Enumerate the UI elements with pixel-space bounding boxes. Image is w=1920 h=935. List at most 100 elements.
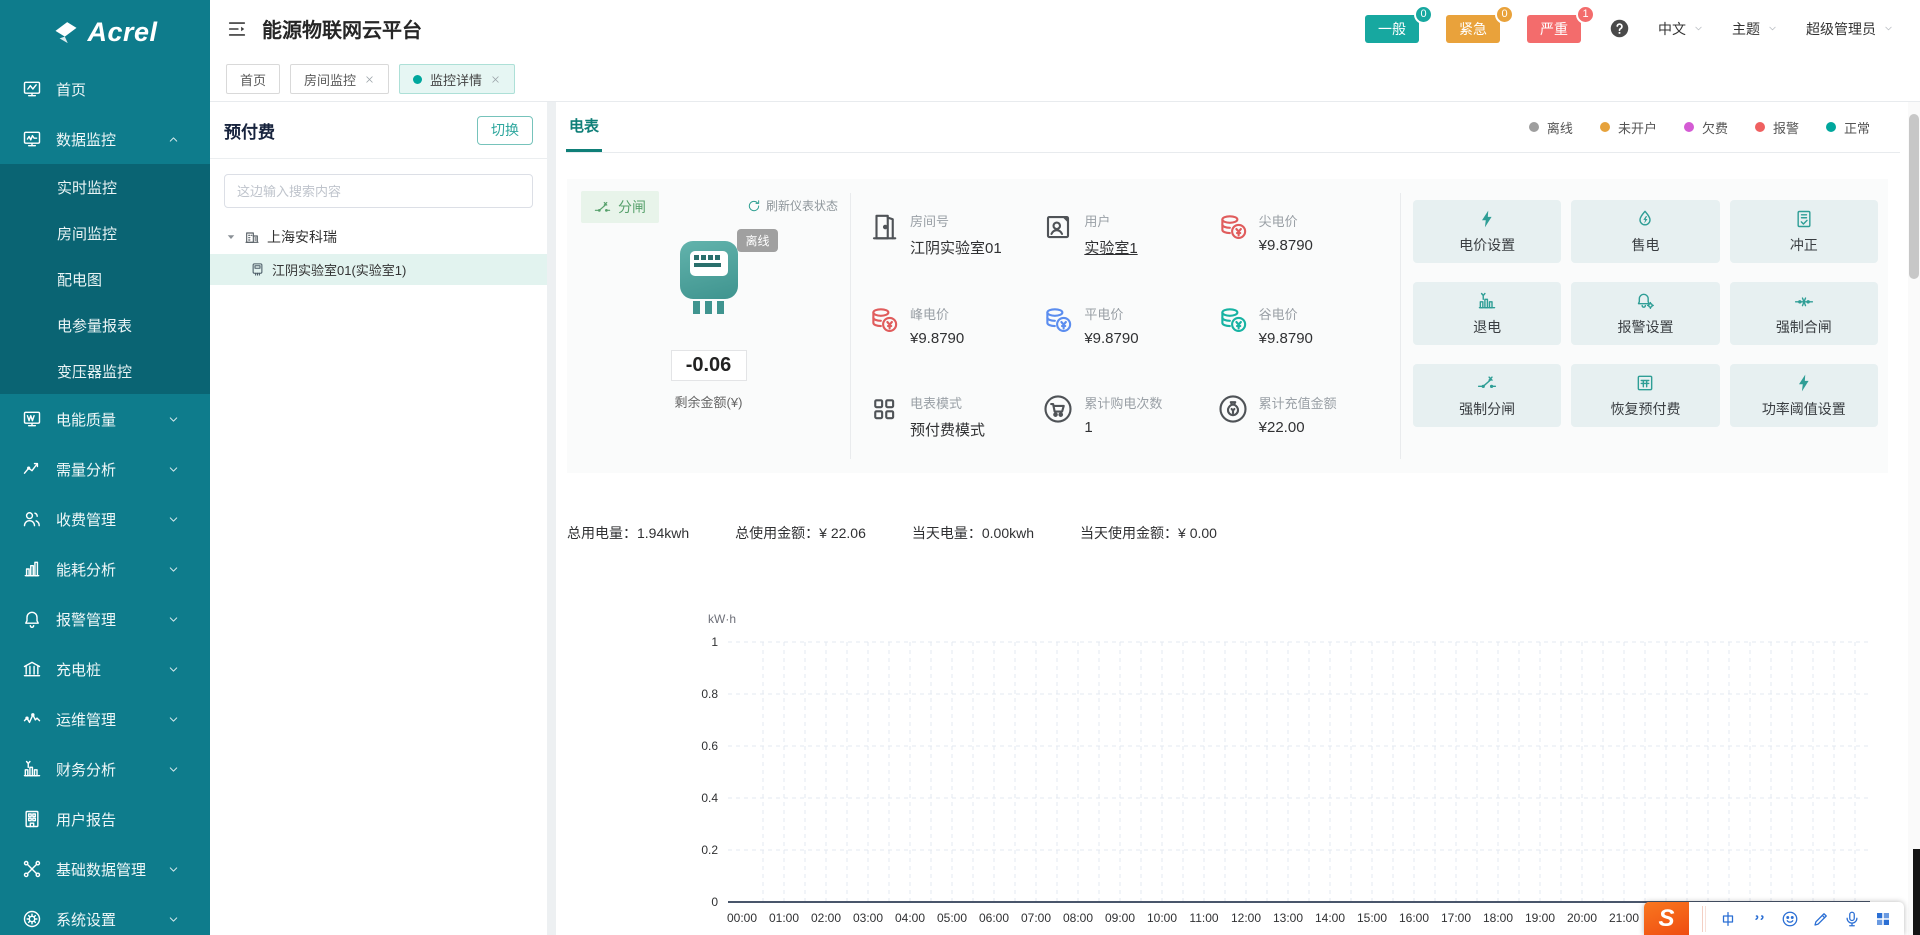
balance-value: -0.06: [671, 350, 747, 381]
tree-node-room-selected[interactable]: 江阴实验室01(实验室1): [210, 254, 547, 285]
user-dropdown[interactable]: 超级管理员: [1806, 19, 1894, 39]
punctuation-icon[interactable]: [1750, 910, 1768, 928]
stat-label: 当天电量：: [912, 525, 982, 541]
sidebar-item-charging-pile[interactable]: 充电桩: [0, 644, 210, 694]
x-tick-label: 12:00: [1231, 911, 1261, 925]
door-icon: [869, 212, 899, 242]
tab-label: 首页: [240, 70, 266, 89]
action-power-threshold-button[interactable]: 功率阈值设置: [1730, 364, 1878, 427]
tab-monitoring-detail[interactable]: 监控详情: [399, 64, 515, 94]
action-label: 冲正: [1790, 235, 1818, 255]
stat-label: 总用电量：: [567, 525, 637, 541]
status-legend: 离线未开户欠费报警正常: [1529, 118, 1870, 137]
search-input[interactable]: [224, 174, 533, 208]
meter-actions-grid: 电价设置售电冲正退电报警设置强制合闸强制分闸恢复预付费功率阈值设置: [1401, 179, 1888, 473]
switch-button[interactable]: 切换: [477, 116, 533, 145]
chevron-down-icon: [167, 413, 180, 426]
action-label: 功率阈值设置: [1762, 399, 1846, 419]
charging-icon: [22, 659, 42, 679]
x-tick-label: 00:00: [727, 911, 757, 925]
brand-text: Acrel: [87, 17, 157, 48]
tab-home[interactable]: 首页: [226, 64, 280, 94]
action-alarm-setting-button[interactable]: 报警设置: [1571, 282, 1719, 345]
screen-edge-strip: [1913, 849, 1920, 935]
sidebar-subitem-transformer-monitoring[interactable]: 变压器监控: [0, 348, 210, 394]
legend-dot-arrears: [1684, 122, 1694, 132]
chinese-mode-icon[interactable]: [1719, 910, 1737, 928]
action-price-setting-button[interactable]: 电价设置: [1413, 200, 1561, 263]
sidebar-item-fee-management[interactable]: 收费管理: [0, 494, 210, 544]
theme-dropdown[interactable]: 主题: [1732, 19, 1778, 39]
field-text: 房间号江阴实验室01: [910, 211, 1002, 258]
tree-node-label: 江阴实验室01(实验室1): [272, 260, 406, 279]
field-value: ¥9.8790: [1259, 330, 1313, 347]
x-tick-label: 15:00: [1357, 911, 1387, 925]
tree-node-company[interactable]: 上海安科瑞: [210, 220, 547, 254]
usage-stats-row: 总用电量：1.94kwh总使用金额：¥ 22.06当天电量：0.00kwh当天使…: [567, 523, 1900, 543]
menu-fold-icon[interactable]: [226, 18, 248, 40]
toolbox-icon[interactable]: [1874, 910, 1892, 928]
action-reversal-button[interactable]: 冲正: [1730, 200, 1878, 263]
language-dropdown[interactable]: 中文: [1658, 19, 1704, 39]
sidebar-item-user-report[interactable]: 用户报告: [0, 794, 210, 844]
chevron-up-icon: [167, 133, 180, 146]
field-label: 尖电价: [1259, 211, 1313, 230]
alarm-badge-label: 严重: [1540, 21, 1568, 37]
sidebar-item-power-quality[interactable]: 电能质量: [0, 394, 210, 444]
sidebar-item-base-data[interactable]: 基础数据管理: [0, 844, 210, 894]
help-icon[interactable]: [1609, 18, 1630, 39]
tab-meter[interactable]: 电表: [566, 102, 602, 152]
switch-open-icon: [1477, 373, 1497, 393]
sidebar-item-finance-analysis[interactable]: 财务分析: [0, 744, 210, 794]
sidebar-subitem-distribution-diagram[interactable]: 配电图: [0, 256, 210, 302]
sidebar-item-home[interactable]: 首页: [0, 64, 210, 114]
legend-dot-unopened: [1600, 122, 1610, 132]
sidebar-item-data-monitoring[interactable]: 数据监控: [0, 114, 210, 164]
switch-open-icon: [594, 199, 611, 216]
action-sell-power-button[interactable]: 售电: [1571, 200, 1719, 263]
bolt-icon: [1477, 209, 1497, 229]
handwriting-icon[interactable]: [1812, 910, 1830, 928]
refresh-label: 刷新仪表状态: [766, 197, 838, 214]
tab-room-monitoring[interactable]: 房间监控: [290, 64, 389, 94]
action-force-close-button[interactable]: 强制合闸: [1730, 282, 1878, 345]
balance-label: 剩余金额(¥): [675, 392, 743, 411]
field-value[interactable]: 实验室1: [1084, 237, 1137, 258]
alarm-badge-severe[interactable]: 严重1: [1527, 15, 1581, 43]
sidebar-subitem-parameter-report[interactable]: 电参量报表: [0, 302, 210, 348]
action-refund-power-button[interactable]: 退电: [1413, 282, 1561, 345]
voice-icon[interactable]: [1843, 910, 1861, 928]
refresh-meter-status-button[interactable]: 刷新仪表状态: [747, 197, 838, 214]
alarm-badge-general[interactable]: 一般0: [1365, 15, 1419, 43]
stat-value: ¥ 0.00: [1178, 525, 1217, 541]
emoji-icon[interactable]: [1781, 910, 1799, 928]
prepay-title: 预付费: [224, 118, 275, 143]
sidebar-item-demand-analysis[interactable]: 需量分析: [0, 444, 210, 494]
y-axis-unit: kW·h: [708, 612, 736, 626]
page-tabs: 首页 房间监控监控详情: [210, 57, 1920, 102]
close-icon[interactable]: [490, 74, 501, 85]
scrollbar-thumb[interactable]: [1909, 114, 1919, 279]
sidebar-subitem-realtime-monitoring[interactable]: 实时监控: [0, 164, 210, 210]
sidebar-item-alarm-management[interactable]: 报警管理: [0, 594, 210, 644]
power-threshold-icon: [1794, 373, 1814, 393]
field-peak-price: 峰电价¥9.8790: [869, 304, 1043, 347]
settings-icon: [22, 909, 42, 929]
theme-label: 主题: [1732, 19, 1760, 39]
sogou-logo[interactable]: S: [1644, 902, 1689, 935]
sidebar-item-energy-analysis[interactable]: 能耗分析: [0, 544, 210, 594]
sidebar-item-system-settings[interactable]: 系统设置: [0, 894, 210, 935]
close-icon[interactable]: [364, 74, 375, 85]
stat-today-energy: 当天电量：0.00kwh: [912, 523, 1034, 543]
meter-icon: [680, 241, 738, 299]
sidebar-item-ops-management[interactable]: 运维管理: [0, 694, 210, 744]
alarm-badge-count-general: 0: [1414, 5, 1433, 24]
ops-icon: [22, 709, 42, 729]
alarm-badge-urgent[interactable]: 紧急0: [1446, 15, 1500, 43]
sidebar: Acrel 首页数据监控实时监控房间监控配电图电参量报表变压器监控电能质量需量分…: [0, 0, 210, 935]
sidebar-subitem-room-monitoring[interactable]: 房间监控: [0, 210, 210, 256]
search-box: [224, 174, 533, 208]
action-restore-prepay-button[interactable]: 恢复预付费: [1571, 364, 1719, 427]
field-recharge-total: 累计充值金额¥22.00: [1218, 393, 1392, 440]
action-force-open-button[interactable]: 强制分闸: [1413, 364, 1561, 427]
